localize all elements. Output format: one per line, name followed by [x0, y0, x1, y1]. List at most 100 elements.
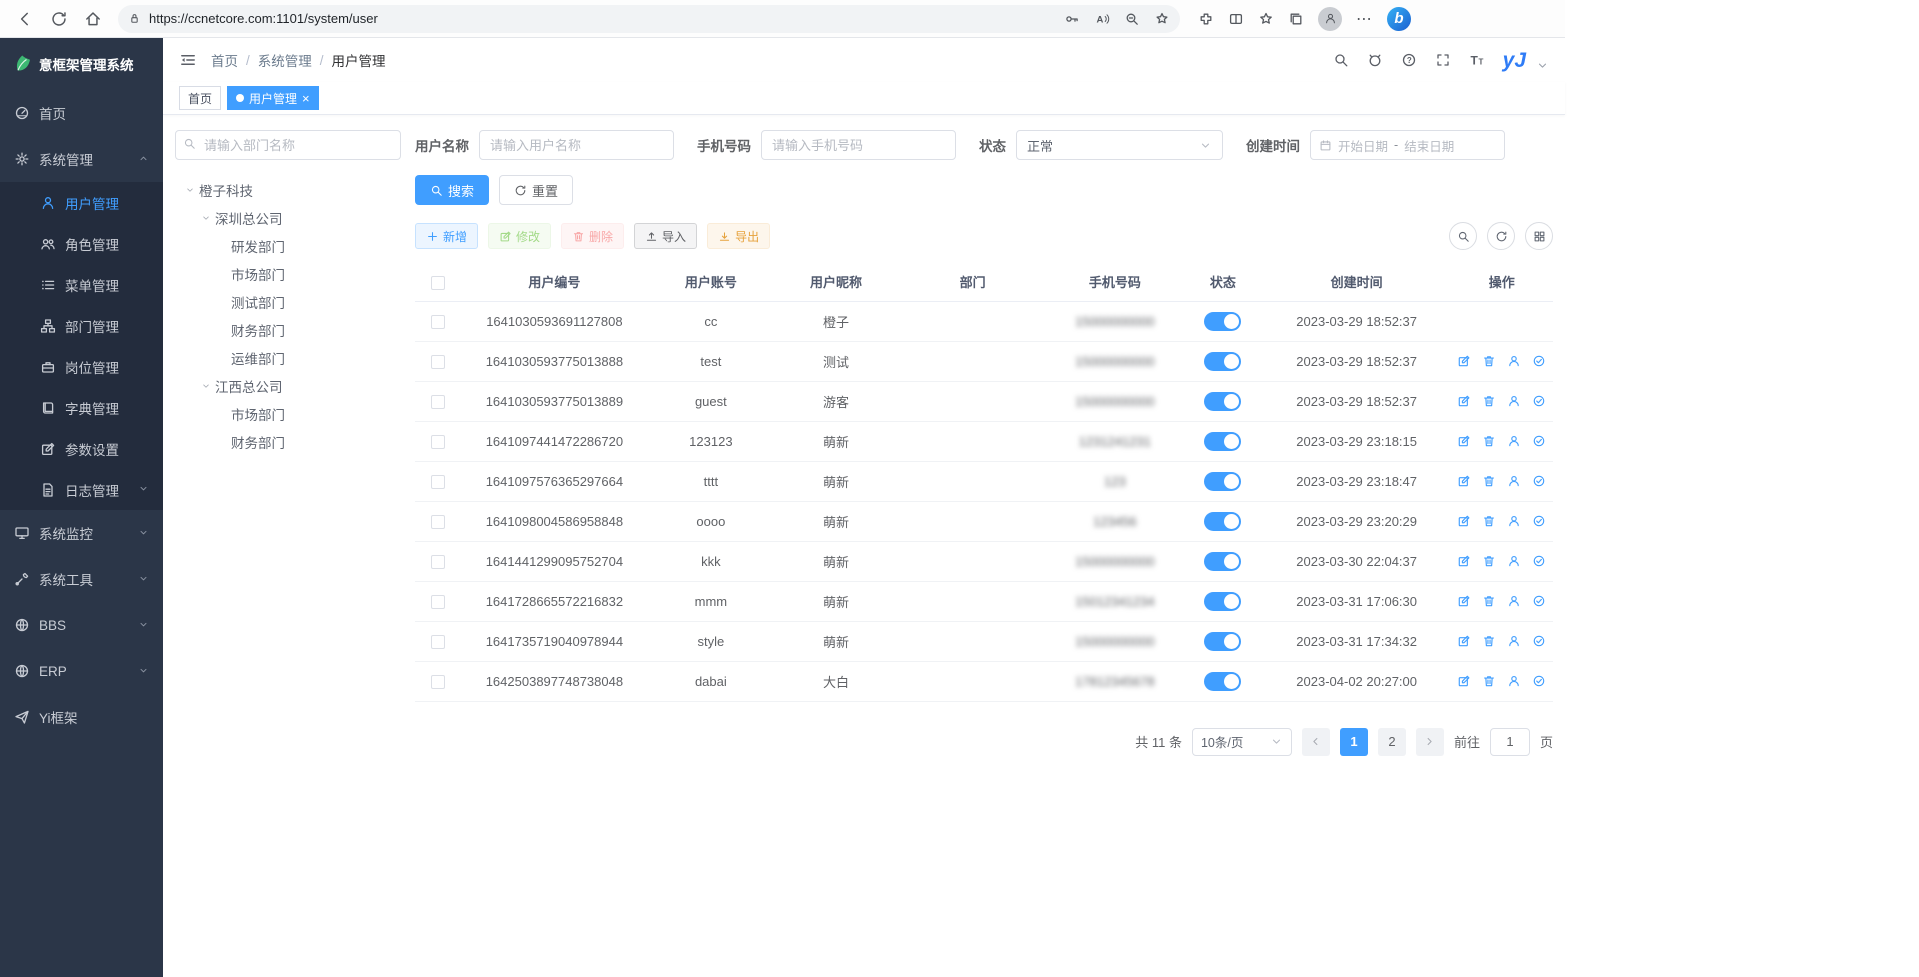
export-button[interactable]: 导出: [707, 223, 770, 249]
header-search-button[interactable]: [1333, 52, 1349, 68]
sidebar-item-system[interactable]: 系统管理: [0, 136, 163, 182]
avatar-caret-icon[interactable]: [1536, 59, 1549, 72]
delete-icon[interactable]: [1481, 473, 1497, 489]
sidebar-item-param[interactable]: 参数设置: [0, 428, 163, 469]
edit-icon[interactable]: [1456, 633, 1472, 649]
status-toggle[interactable]: [1204, 392, 1241, 411]
sidebar-item-dict[interactable]: 字典管理: [0, 387, 163, 428]
delete-icon[interactable]: [1481, 673, 1497, 689]
zoom-icon[interactable]: [1124, 11, 1140, 27]
dept-tree-node[interactable]: 研发部门: [175, 232, 401, 260]
import-button[interactable]: 导入: [634, 223, 697, 249]
reset-button[interactable]: 重置: [499, 175, 573, 205]
reset-password-icon[interactable]: [1506, 353, 1522, 369]
username-input[interactable]: [479, 130, 674, 160]
sidebar-item-tool[interactable]: 系统工具: [0, 556, 163, 602]
breadcrumb-system[interactable]: 系统管理: [258, 50, 312, 70]
dept-tree-node[interactable]: 深圳总公司: [175, 204, 401, 232]
read-aloud-icon[interactable]: A: [1094, 11, 1110, 27]
status-toggle[interactable]: [1204, 672, 1241, 691]
address-bar[interactable]: https://ccnetcore.com:1101/system/user A: [118, 5, 1180, 33]
app-logo[interactable]: 意框架管理系统: [0, 38, 163, 90]
edit-icon[interactable]: [1456, 353, 1472, 369]
delete-button[interactable]: 删除: [561, 223, 624, 249]
row-checkbox[interactable]: [431, 475, 445, 489]
sidebar-item-monitor[interactable]: 系统监控: [0, 510, 163, 556]
status-toggle[interactable]: [1204, 472, 1241, 491]
tab-user[interactable]: 用户管理×: [227, 86, 319, 110]
delete-icon[interactable]: [1481, 553, 1497, 569]
dept-search-input[interactable]: [175, 130, 401, 160]
status-toggle[interactable]: [1204, 312, 1241, 331]
assign-role-icon[interactable]: [1531, 633, 1547, 649]
row-checkbox[interactable]: [431, 515, 445, 529]
github-button[interactable]: [1367, 52, 1383, 68]
split-screen-icon[interactable]: [1228, 11, 1244, 27]
dept-tree-node[interactable]: 财务部门: [175, 428, 401, 456]
delete-icon[interactable]: [1481, 593, 1497, 609]
reset-password-icon[interactable]: [1506, 393, 1522, 409]
tab-home[interactable]: 首页: [179, 86, 221, 110]
reset-password-icon[interactable]: [1506, 433, 1522, 449]
tree-expand-icon[interactable]: [197, 381, 215, 391]
browser-home-button[interactable]: [78, 4, 108, 34]
status-toggle[interactable]: [1204, 432, 1241, 451]
reset-password-icon[interactable]: [1506, 553, 1522, 569]
row-checkbox[interactable]: [431, 595, 445, 609]
font-size-button[interactable]: TT: [1469, 52, 1485, 68]
delete-icon[interactable]: [1481, 393, 1497, 409]
profile-avatar[interactable]: [1318, 7, 1342, 31]
add-button[interactable]: 新增: [415, 223, 478, 249]
breadcrumb-home[interactable]: 首页: [211, 50, 238, 70]
edit-icon[interactable]: [1456, 513, 1472, 529]
assign-role-icon[interactable]: [1531, 353, 1547, 369]
sidebar-item-user[interactable]: 用户管理: [0, 182, 163, 223]
help-button[interactable]: ?: [1401, 52, 1417, 68]
row-checkbox[interactable]: [431, 675, 445, 689]
close-icon[interactable]: ×: [302, 92, 310, 105]
assign-role-icon[interactable]: [1531, 473, 1547, 489]
row-checkbox[interactable]: [431, 635, 445, 649]
next-page-button[interactable]: [1416, 728, 1444, 756]
status-select[interactable]: 正常: [1016, 130, 1223, 160]
delete-icon[interactable]: [1481, 633, 1497, 649]
copilot-icon[interactable]: b: [1387, 7, 1411, 31]
assign-role-icon[interactable]: [1531, 433, 1547, 449]
sidebar-fold-button[interactable]: [179, 51, 197, 69]
search-button[interactable]: 搜索: [415, 175, 489, 205]
edit-icon[interactable]: [1456, 553, 1472, 569]
row-checkbox[interactable]: [431, 355, 445, 369]
favorites-icon[interactable]: [1258, 11, 1274, 27]
page-button-2[interactable]: 2: [1378, 728, 1406, 756]
reset-password-icon[interactable]: [1506, 473, 1522, 489]
collections-icon[interactable]: [1288, 11, 1304, 27]
column-settings-button[interactable]: [1525, 222, 1553, 250]
phone-input[interactable]: [761, 130, 956, 160]
favorite-star-icon[interactable]: [1154, 11, 1170, 27]
dept-tree-node[interactable]: 财务部门: [175, 316, 401, 344]
refresh-table-button[interactable]: [1487, 222, 1515, 250]
dept-tree-node[interactable]: 江西总公司: [175, 372, 401, 400]
edit-icon[interactable]: [1456, 473, 1472, 489]
edit-icon[interactable]: [1456, 393, 1472, 409]
browser-back-button[interactable]: [10, 4, 40, 34]
extensions-icon[interactable]: [1198, 11, 1214, 27]
date-range-picker[interactable]: 开始日期 - 结束日期: [1310, 130, 1505, 160]
row-checkbox[interactable]: [431, 555, 445, 569]
sidebar-item-yiframe[interactable]: Yi框架: [0, 694, 163, 740]
assign-role-icon[interactable]: [1531, 513, 1547, 529]
assign-role-icon[interactable]: [1531, 593, 1547, 609]
reset-password-icon[interactable]: [1506, 673, 1522, 689]
toggle-search-button[interactable]: [1449, 222, 1477, 250]
tree-expand-icon[interactable]: [181, 185, 199, 195]
sidebar-item-erp[interactable]: ERP: [0, 648, 163, 694]
assign-role-icon[interactable]: [1531, 553, 1547, 569]
dept-tree-node[interactable]: 市场部门: [175, 400, 401, 428]
delete-icon[interactable]: [1481, 353, 1497, 369]
dept-tree-node[interactable]: 橙子科技: [175, 176, 401, 204]
page-button-1[interactable]: 1: [1340, 728, 1368, 756]
edit-icon[interactable]: [1456, 433, 1472, 449]
assign-role-icon[interactable]: [1531, 673, 1547, 689]
row-checkbox[interactable]: [431, 315, 445, 329]
edit-icon[interactable]: [1456, 673, 1472, 689]
